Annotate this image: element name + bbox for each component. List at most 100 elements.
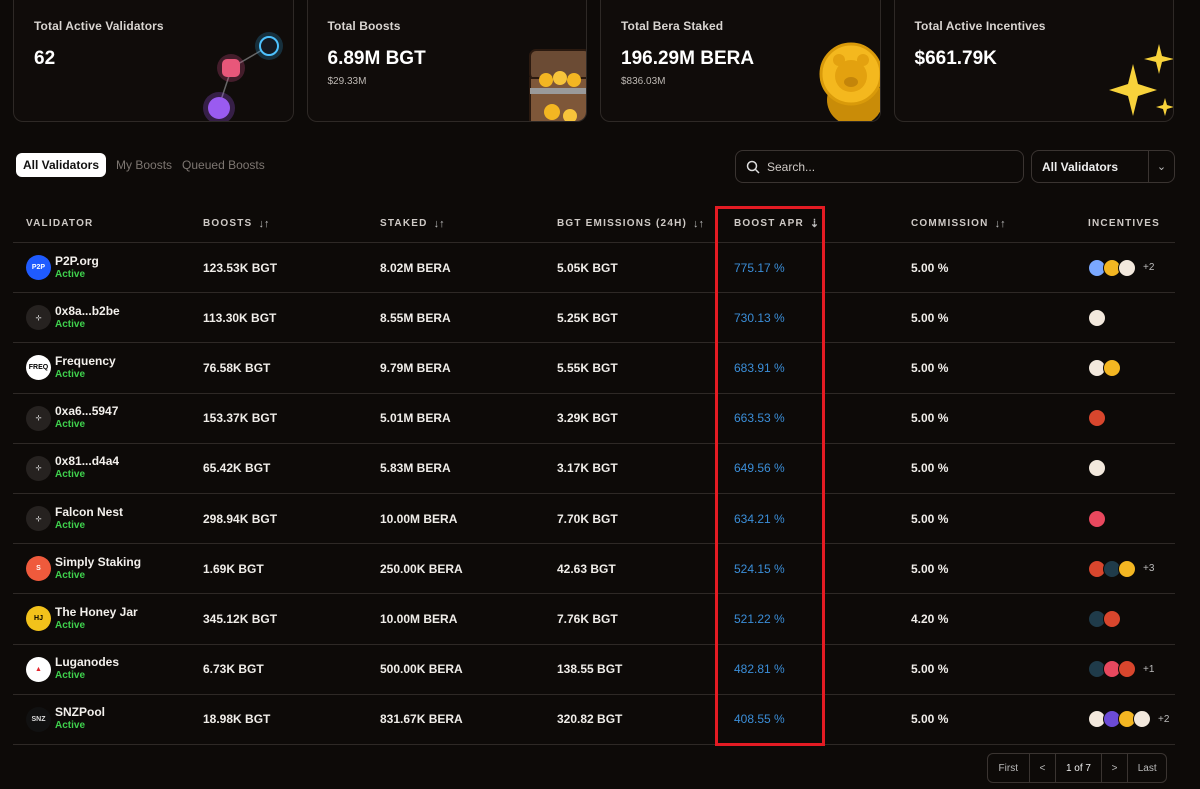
header-incentives: INCENTIVES <box>1088 218 1161 229</box>
validator-info: P2P.org Active <box>55 254 99 282</box>
validator-cell[interactable]: ▲ Luganodes Active <box>26 655 119 683</box>
validator-name[interactable]: Frequency <box>55 354 116 368</box>
validator-name[interactable]: Luganodes <box>55 655 119 669</box>
incentive-token-icon <box>1118 258 1136 277</box>
incentives-cell[interactable] <box>1088 358 1128 377</box>
validator-name[interactable]: Falcon Nest <box>55 505 123 519</box>
validator-tabs: All Validators My Boosts Queued Boosts <box>16 153 265 177</box>
commission-value: 5.00 % <box>911 511 949 526</box>
validator-cell[interactable]: SNZ SNZPool Active <box>26 705 105 733</box>
boosts-value: 123.53K BGT <box>203 260 278 275</box>
emissions-value: 3.29K BGT <box>557 411 618 426</box>
prev-page-button[interactable]: < <box>1030 754 1057 782</box>
table-row[interactable]: ⊹ Falcon Nest Active 298.94K BGT 10.00M … <box>13 494 1175 545</box>
sort-icon[interactable]: ↓↑ <box>258 218 269 230</box>
incentives-cell[interactable]: +2 <box>1088 710 1170 729</box>
emissions-value: 5.25K BGT <box>557 310 618 325</box>
validator-name[interactable]: 0xa6...5947 <box>55 404 118 418</box>
boost-apr-value: 775.17 % <box>734 260 785 275</box>
validator-name[interactable]: The Honey Jar <box>55 605 138 619</box>
last-page-button[interactable]: Last <box>1128 754 1166 782</box>
validator-cell[interactable]: ⊹ 0xa6...5947 Active <box>26 404 118 432</box>
filter-selected-value: All Validators <box>1042 159 1119 174</box>
validator-name[interactable]: SNZPool <box>55 705 105 719</box>
validator-name[interactable]: 0x81...d4a4 <box>55 454 119 468</box>
validator-info: 0x81...d4a4 Active <box>55 454 119 482</box>
tab-queued-boosts[interactable]: Queued Boosts <box>182 153 265 177</box>
commission-value: 5.00 % <box>911 662 949 677</box>
emissions-value: 320.82 BGT <box>557 712 623 727</box>
tab-my-boosts[interactable]: My Boosts <box>116 153 172 177</box>
validator-name[interactable]: P2P.org <box>55 254 99 268</box>
incentives-cell[interactable]: +1 <box>1088 660 1155 679</box>
validator-logo-icon: ⊹ <box>26 455 51 481</box>
header-commission-label: COMMISSION <box>911 218 989 229</box>
validator-info: 0xa6...5947 Active <box>55 404 118 432</box>
stat-label: Total Boosts <box>327 19 401 33</box>
header-staked[interactable]: STAKED ↓↑ <box>380 218 445 230</box>
first-page-button[interactable]: First <box>988 754 1030 782</box>
stat-card-staked: Total Bera Staked 196.29M BERA $836.03M <box>600 0 881 122</box>
commission-value: 5.00 % <box>911 461 949 476</box>
incentives-cell[interactable] <box>1088 609 1128 628</box>
validator-filter-select[interactable]: All Validators ⌄ <box>1031 150 1175 183</box>
incentives-cell[interactable] <box>1088 509 1113 528</box>
validator-status: Active <box>55 469 86 481</box>
header-commission[interactable]: COMMISSION ↓↑ <box>911 218 1006 230</box>
header-boosts[interactable]: BOOSTS ↓↑ <box>203 218 269 230</box>
table-row[interactable]: S Simply Staking Active 1.69K BGT 250.00… <box>13 544 1175 595</box>
boosts-value: 345.12K BGT <box>203 611 278 626</box>
table-row[interactable]: ⊹ 0x81...d4a4 Active 65.42K BGT 5.83M BE… <box>13 444 1175 494</box>
commission-value: 5.00 % <box>911 260 949 275</box>
search-icon <box>746 160 760 174</box>
validator-cell[interactable]: P2P P2P.org Active <box>26 254 99 282</box>
incentive-token-icon <box>1088 509 1106 528</box>
boost-apr-value: 521.22 % <box>734 611 785 626</box>
incentives-cell[interactable]: +3 <box>1088 559 1154 578</box>
boosts-value: 65.42K BGT <box>203 461 271 476</box>
table-row[interactable]: SNZ SNZPool Active 18.98K BGT 831.67K BE… <box>13 695 1175 745</box>
header-boost-apr[interactable]: BOOST APR ⇣ <box>734 217 819 230</box>
validator-cell[interactable]: FREQ Frequency Active <box>26 354 116 382</box>
validator-logo-icon: FREQ <box>26 355 51 381</box>
validator-cell[interactable]: HJ The Honey Jar Active <box>26 605 138 633</box>
validator-name[interactable]: Simply Staking <box>55 555 141 569</box>
incentives-cell[interactable] <box>1088 308 1113 327</box>
page-indicator: 1 of 7 <box>1056 754 1102 782</box>
validator-cell[interactable]: ⊹ 0x8a...b2be Active <box>26 304 120 332</box>
table-row[interactable]: ▲ Luganodes Active 6.73K BGT 500.00K BER… <box>13 645 1175 695</box>
incentives-cell[interactable]: +2 <box>1088 258 1154 277</box>
validator-name[interactable]: 0x8a...b2be <box>55 304 120 318</box>
sort-icon[interactable]: ↓↑ <box>434 218 445 230</box>
validator-cell[interactable]: ⊹ Falcon Nest Active <box>26 505 123 533</box>
more-incentives-count: +1 <box>1143 663 1155 675</box>
staked-value: 5.83M BERA <box>380 461 451 476</box>
next-page-button[interactable]: > <box>1102 754 1129 782</box>
chevron-down-icon[interactable]: ⌄ <box>1148 151 1174 182</box>
table-row[interactable]: FREQ Frequency Active 76.58K BGT 9.79M B… <box>13 343 1175 394</box>
header-validator: VALIDATOR <box>26 218 94 229</box>
table-row[interactable]: ⊹ 0xa6...5947 Active 153.37K BGT 5.01M B… <box>13 394 1175 444</box>
stat-subvalue: $836.03M <box>621 76 666 87</box>
more-incentives-count: +2 <box>1158 713 1170 725</box>
search-input[interactable] <box>767 159 1007 174</box>
incentives-cell[interactable] <box>1088 409 1113 428</box>
search-box <box>735 150 1024 183</box>
table-row[interactable]: HJ The Honey Jar Active 345.12K BGT 10.0… <box>13 594 1175 645</box>
table-row[interactable]: P2P P2P.org Active 123.53K BGT 8.02M BER… <box>13 243 1175 294</box>
incentive-token-icon <box>1133 710 1151 729</box>
sort-icon[interactable]: ↓↑ <box>995 218 1006 230</box>
validator-logo-icon: HJ <box>26 606 51 632</box>
validator-info: Luganodes Active <box>55 655 119 683</box>
table-row[interactable]: ⊹ 0x8a...b2be Active 113.30K BGT 8.55M B… <box>13 293 1175 344</box>
header-emissions[interactable]: BGT EMISSIONS (24H) ↓↑ <box>557 218 704 230</box>
tab-all-validators[interactable]: All Validators <box>16 153 107 177</box>
validator-cell[interactable]: S Simply Staking Active <box>26 555 141 583</box>
validator-status: Active <box>55 720 86 732</box>
validator-cell[interactable]: ⊹ 0x81...d4a4 Active <box>26 454 119 482</box>
sort-desc-icon[interactable]: ⇣ <box>810 217 819 230</box>
incentives-cell[interactable] <box>1088 459 1113 478</box>
stat-card-incentives: Total Active Incentives $661.79K <box>893 0 1174 122</box>
sort-icon[interactable]: ↓↑ <box>693 218 704 230</box>
commission-value: 5.00 % <box>911 712 949 727</box>
